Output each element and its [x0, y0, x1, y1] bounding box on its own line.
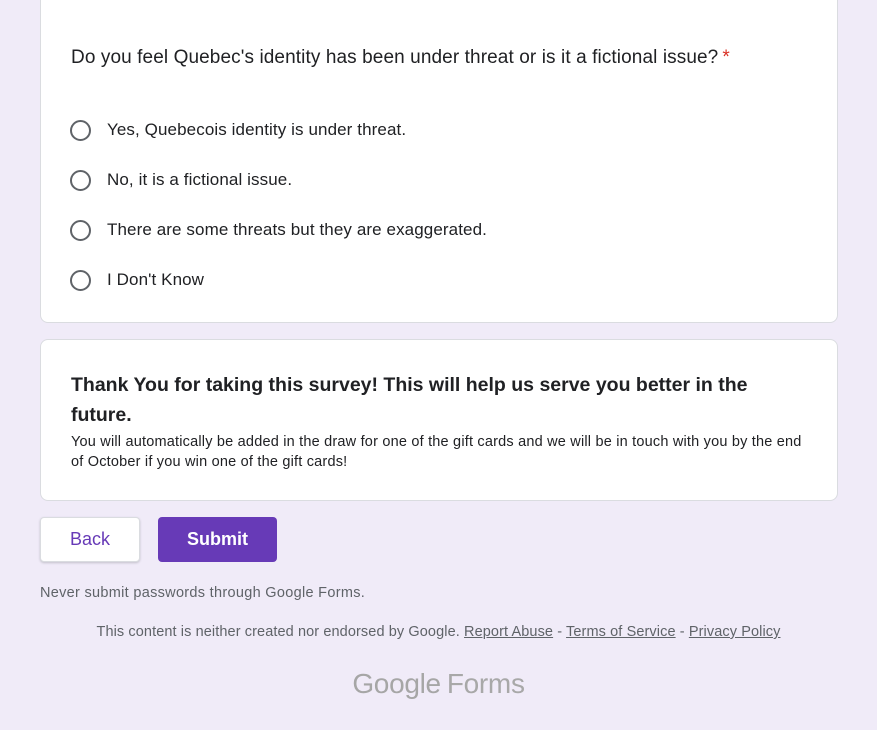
thank-you-description: You will automatically be added in the d… — [71, 434, 802, 470]
question-text: Do you feel Quebec's identity has been u… — [71, 47, 719, 68]
option-exaggerated[interactable]: There are some threats but they are exag… — [70, 216, 487, 244]
footer-separator: - — [557, 624, 563, 640]
option-label: Yes, Quebecois identity is under threat. — [107, 120, 407, 139]
back-button[interactable]: Back — [40, 517, 140, 562]
option-label: No, it is a fictional issue. — [107, 170, 293, 189]
option-yes-threat[interactable]: Yes, Quebecois identity is under threat. — [70, 116, 406, 144]
logo-google-word: Google — [352, 668, 441, 699]
terms-of-service-link[interactable]: Terms of Service — [566, 624, 676, 640]
option-label: I Don't Know — [107, 270, 205, 289]
thank-you-title: Thank You for taking this survey! This w… — [71, 374, 748, 426]
question-title: Do you feel Quebec's identity has been u… — [71, 47, 730, 69]
privacy-policy-link[interactable]: Privacy Policy — [689, 624, 781, 640]
radio-button-icon[interactable] — [70, 269, 91, 291]
disclaimer-text: This content is neither created nor endo… — [96, 624, 460, 640]
thank-you-card: Thank You for taking this survey! This w… — [40, 339, 838, 501]
option-dont-know[interactable]: I Don't Know — [70, 266, 204, 294]
logo-forms-word: Forms — [446, 668, 525, 699]
question-card: Do you feel Quebec's identity has been u… — [40, 0, 838, 323]
required-asterisk: * — [722, 47, 730, 68]
google-forms-logo[interactable]: Google Forms — [0, 668, 877, 700]
option-fictional[interactable]: No, it is a fictional issue. — [70, 166, 292, 194]
footer-separator: - — [679, 624, 685, 640]
radio-button-icon[interactable] — [70, 219, 91, 241]
radio-button-icon[interactable] — [70, 119, 91, 141]
option-label: There are some threats but they are exag… — [107, 220, 487, 239]
password-warning: Never submit passwords through Google Fo… — [40, 585, 366, 601]
submit-button[interactable]: Submit — [158, 517, 277, 562]
report-abuse-link[interactable]: Report Abuse — [464, 624, 553, 640]
footer-disclaimer: This content is neither created nor endo… — [0, 624, 877, 640]
radio-button-icon[interactable] — [70, 169, 91, 191]
